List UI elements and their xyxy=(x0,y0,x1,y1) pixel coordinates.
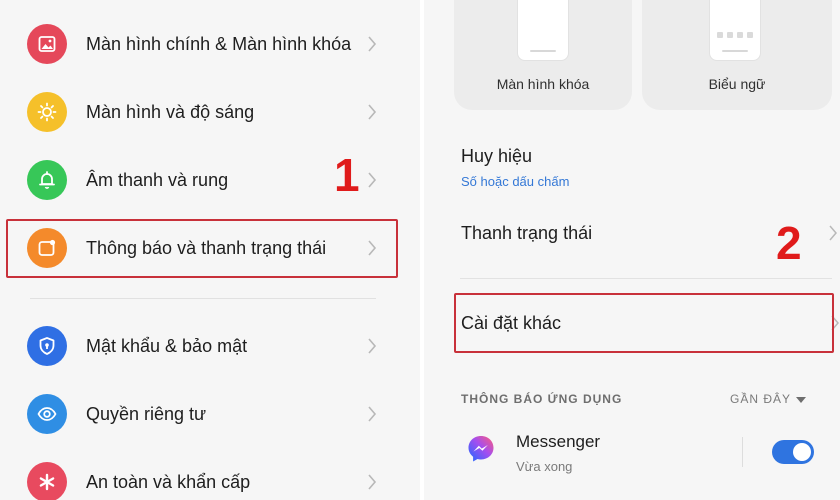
phone-preview-icon xyxy=(518,0,568,60)
sun-icon xyxy=(27,92,67,132)
shield-icon xyxy=(27,326,67,366)
menu-item-home-lock-screen[interactable]: Màn hình chính & Màn hình khóa xyxy=(0,10,420,78)
chevron-right-icon xyxy=(368,406,377,422)
step-number-1: 1 xyxy=(334,149,360,201)
badge-setting-title[interactable]: Huy hiệu xyxy=(461,146,532,167)
section-divider xyxy=(460,278,832,279)
menu-item-label: Quyền riêng tư xyxy=(86,403,207,424)
messenger-notification-toggle[interactable] xyxy=(772,440,814,464)
card-label: Màn hình khóa xyxy=(496,76,590,92)
menu-item-label: Màn hình chính & Màn hình khóa xyxy=(86,33,352,54)
status-bar-setting[interactable]: Thanh trạng thái xyxy=(461,223,592,244)
image-icon xyxy=(27,24,67,64)
chevron-right-icon xyxy=(368,36,377,52)
chevron-right-icon xyxy=(829,225,837,241)
app-name[interactable]: Messenger xyxy=(516,432,600,452)
caret-down-icon[interactable] xyxy=(796,397,806,403)
banner-style-card[interactable]: Biểu ngữ xyxy=(642,0,832,110)
settings-menu-panel: Màn hình chính & Màn hình khóa Màn hình … xyxy=(0,0,420,500)
chevron-right-icon xyxy=(368,104,377,120)
chevron-right-icon xyxy=(368,474,377,490)
eye-icon xyxy=(27,394,67,434)
menu-item-label: Mật khẩu & bảo mật xyxy=(86,335,248,356)
phone-preview-icon xyxy=(710,0,760,60)
lock-screen-style-card[interactable]: Màn hình khóa xyxy=(454,0,632,110)
section-divider xyxy=(30,298,376,299)
menu-item-privacy[interactable]: Quyền riêng tư xyxy=(0,380,420,448)
asterisk-icon xyxy=(27,462,67,500)
messenger-icon xyxy=(468,436,494,462)
step-number-2: 2 xyxy=(776,217,802,269)
badge-setting-value[interactable]: Số hoặc dấu chấm xyxy=(461,174,569,189)
menu-item-label: Âm thanh và rung xyxy=(86,169,229,190)
menu-item-password-security[interactable]: Mật khẩu & bảo mật xyxy=(0,312,420,380)
sort-dropdown-label[interactable]: GẦN ĐÂY xyxy=(730,392,791,406)
chevron-right-icon xyxy=(368,338,377,354)
menu-item-label: An toàn và khẩn cấp xyxy=(86,471,251,492)
row-vertical-divider xyxy=(742,437,743,467)
home-indicator-preview xyxy=(530,50,556,52)
highlight-box-step-2 xyxy=(454,293,834,353)
highlight-box-step-1 xyxy=(6,219,398,278)
menu-item-label: Màn hình và độ sáng xyxy=(86,101,255,122)
toggle-knob xyxy=(793,443,811,461)
app-notifications-section-title: THÔNG BÁO ỨNG DỤNG xyxy=(461,392,623,406)
notification-settings-panel: Màn hình khóa Biểu ngữ Huy hiệu Số hoặc … xyxy=(424,0,840,500)
bell-icon xyxy=(27,160,67,200)
menu-item-display-brightness[interactable]: Màn hình và độ sáng xyxy=(0,78,420,146)
home-indicator-preview xyxy=(722,50,748,52)
app-grid-preview xyxy=(717,32,753,38)
chevron-right-icon xyxy=(368,172,377,188)
menu-item-safety-emergency[interactable]: An toàn và khẩn cấp xyxy=(0,448,420,500)
card-label: Biểu ngữ xyxy=(708,76,766,92)
app-last-notification-time: Vừa xong xyxy=(516,459,573,474)
